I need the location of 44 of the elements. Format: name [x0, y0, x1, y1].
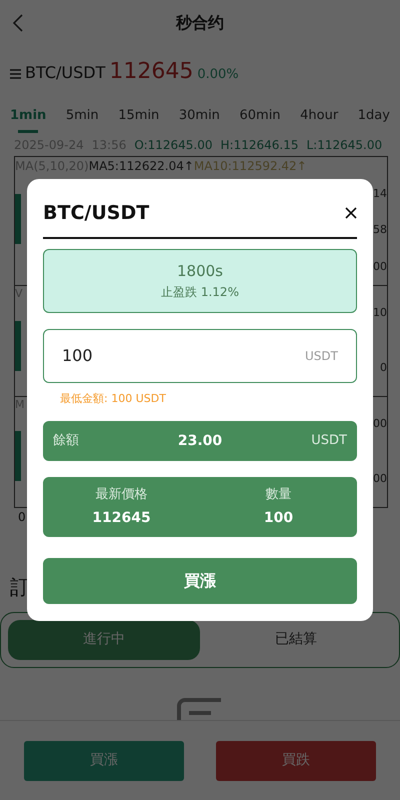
close-icon[interactable]	[345, 207, 357, 220]
pair-change: 0.00%	[197, 66, 239, 84]
order-tab[interactable]: 已結算	[200, 620, 392, 660]
page-title: 秒合约	[176, 12, 224, 34]
ma10-value: MA10:112592.42↑	[194, 158, 307, 174]
trade-button[interactable]: 買跌	[216, 740, 376, 780]
open-price: O:112645.00	[134, 136, 213, 154]
interval-tab[interactable]: 1min	[10, 106, 46, 132]
axis-label: 10	[373, 305, 387, 322]
summary-label: 最新價格	[96, 486, 148, 504]
menu-icon[interactable]	[10, 69, 21, 79]
axis-label: 0	[18, 508, 26, 526]
orders-heading: 訂	[10, 574, 30, 600]
duration-option[interactable]: 1800s 止盈跌 1.12%	[43, 248, 357, 312]
balance-unit: USDT	[310, 432, 347, 450]
axis-label: 0	[380, 360, 387, 376]
balance-value: 23.00	[176, 432, 224, 450]
interval-tab[interactable]: 5min	[66, 106, 99, 132]
buy-up-button[interactable]: 買漲	[43, 558, 357, 604]
interval-tab[interactable]: 1day	[358, 106, 390, 132]
high-price: H:112646.15	[220, 136, 298, 154]
interval-tab[interactable]: 60min	[239, 106, 281, 132]
axis-label: 00	[373, 416, 387, 432]
order-tab[interactable]: 進行中	[8, 620, 200, 660]
balance-label: 餘額	[53, 432, 80, 450]
summary-value: 100	[264, 508, 294, 528]
modal-title: BTC/USDT	[43, 201, 150, 226]
interval-tab[interactable]: 30min	[178, 106, 220, 132]
pair-price: 112645	[109, 58, 194, 86]
interval-tab[interactable]: 4hour	[300, 106, 338, 132]
back-icon[interactable]	[12, 12, 24, 32]
minimum-amount-note: 最低金額: 100 USDT	[59, 390, 167, 406]
pair-symbol: BTC/USDT	[25, 62, 106, 84]
axis-label: 00	[373, 470, 387, 487]
ma5-value: MA5:112622.04↑	[88, 158, 194, 174]
axis-label: 14	[373, 186, 387, 202]
summary-value: 112645	[92, 508, 151, 528]
axis-label: 00	[373, 258, 387, 275]
amount-field[interactable]: 100 USDT	[43, 328, 357, 382]
axis-label: 58	[373, 222, 387, 238]
summary-label: 數量	[266, 486, 292, 504]
low-price: L:112645.00	[306, 136, 382, 154]
interval-tab[interactable]: 15min	[118, 106, 160, 132]
trade-button[interactable]: 買漲	[24, 740, 184, 780]
